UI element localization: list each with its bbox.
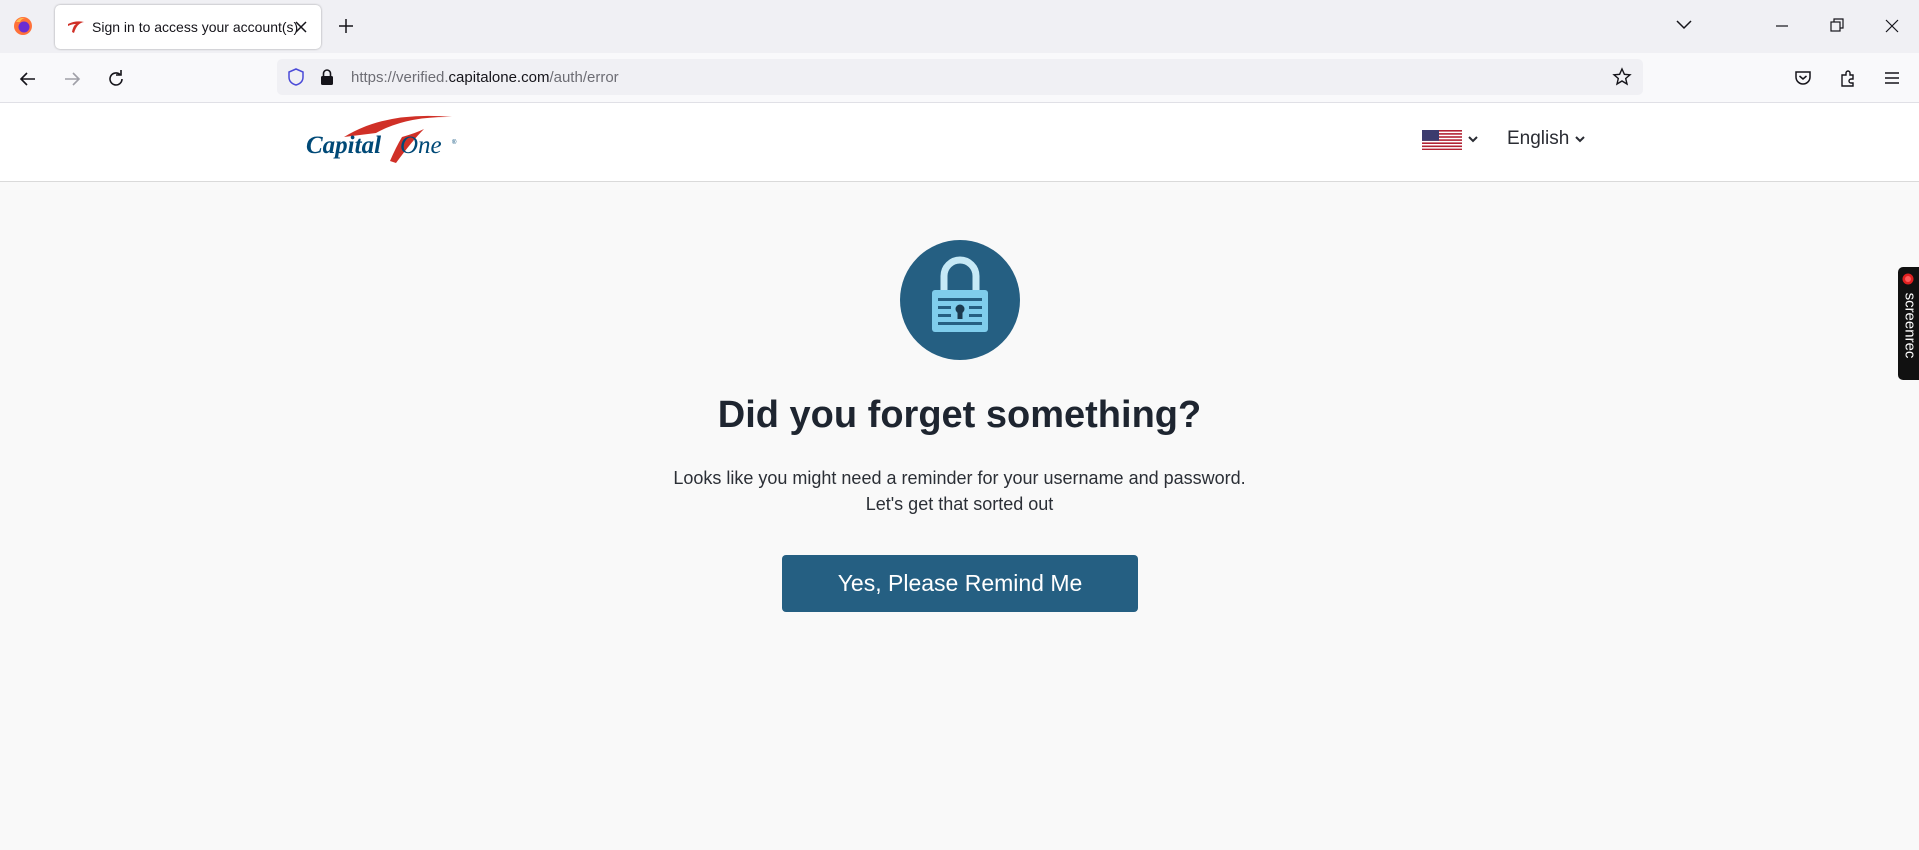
capital-one-logo[interactable]: Capital One ® [306, 111, 461, 167]
svg-text:Capital: Capital [306, 132, 381, 159]
capital-one-favicon-icon [68, 21, 84, 33]
reload-icon[interactable] [105, 68, 127, 90]
address-bar[interactable]: https://verified.capitalone.com/auth/err… [277, 59, 1643, 95]
remind-me-button[interactable]: Yes, Please Remind Me [782, 555, 1138, 612]
tab-title: Sign in to access your account(s) [92, 19, 299, 35]
firefox-icon[interactable] [13, 16, 33, 36]
forward-icon[interactable] [61, 68, 83, 90]
site-header: Capital One ® English [0, 103, 1919, 182]
url-text[interactable]: https://verified.capitalone.com/auth/err… [351, 69, 619, 86]
window-close-icon[interactable] [1882, 16, 1902, 36]
language-selector[interactable]: English [1507, 125, 1587, 153]
url-path: /auth/error [549, 69, 619, 86]
record-icon [1902, 273, 1914, 285]
browser-nav-bar: https://verified.capitalone.com/auth/err… [0, 53, 1919, 103]
chevron-down-icon [1468, 136, 1478, 143]
screenrec-label: screenrec [1901, 292, 1919, 359]
extensions-icon[interactable] [1838, 68, 1858, 88]
language-label: English [1507, 128, 1570, 149]
chevron-down-icon [1575, 136, 1585, 143]
browser-tab-bar: Sign in to access your account(s) [0, 0, 1919, 53]
svg-text:®: ® [452, 139, 457, 146]
back-icon[interactable] [17, 68, 39, 90]
url-host: capitalone.com [448, 69, 550, 86]
country-selector[interactable] [1422, 128, 1480, 152]
bookmark-star-icon[interactable] [1612, 67, 1632, 87]
remind-me-button-label: Yes, Please Remind Me [837, 570, 1083, 596]
pocket-icon[interactable] [1793, 68, 1813, 88]
screenrec-widget[interactable]: screenrec [1898, 267, 1919, 380]
hamburger-menu-icon[interactable] [1882, 68, 1902, 88]
message-line-2: Let's get that sorted out [865, 494, 1054, 514]
page-title: Did you forget something? [717, 394, 1202, 436]
active-tab[interactable]: Sign in to access your account(s) [55, 5, 321, 49]
reminder-message: Looks like you might need a reminder for… [0, 465, 1919, 517]
message-line-1: Looks like you might need a reminder for… [673, 468, 1246, 488]
restore-icon[interactable] [1827, 16, 1847, 36]
svg-text:One: One [400, 132, 442, 159]
new-tab-icon[interactable] [336, 16, 356, 36]
minimize-icon[interactable] [1772, 16, 1792, 36]
padlock-icon[interactable] [318, 68, 336, 86]
url-prefix: https://verified. [351, 69, 449, 86]
us-flag-icon [1422, 130, 1462, 150]
lock-illustration-icon [900, 240, 1020, 360]
list-all-tabs-icon[interactable] [1674, 15, 1694, 35]
close-tab-icon[interactable] [291, 17, 311, 37]
tracking-protection-shield-icon[interactable] [287, 68, 305, 86]
